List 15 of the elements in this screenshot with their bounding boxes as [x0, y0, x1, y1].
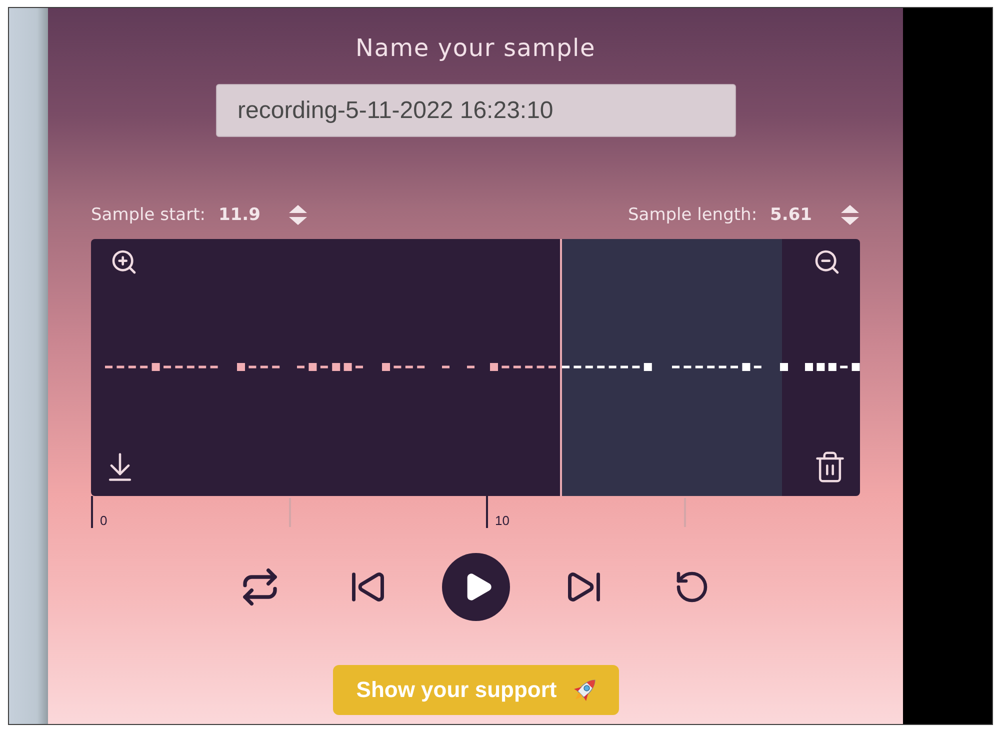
- field-label: Sample length:: [628, 205, 758, 225]
- field-value: 5.61: [770, 205, 812, 225]
- ruler-label: 10: [495, 514, 510, 528]
- field-label: Sample start:: [91, 205, 206, 225]
- ruler-label: 0: [100, 514, 108, 528]
- name-input[interactable]: recording-5-11-2022 16:23:10: [216, 84, 736, 137]
- zoom-out-icon[interactable]: [813, 248, 841, 276]
- trash-icon[interactable]: [813, 450, 847, 484]
- up-down-arrows-icon[interactable]: [288, 204, 308, 226]
- ruler-tick: [91, 496, 93, 528]
- field-value: 11.9: [218, 205, 260, 225]
- zoom-in-icon[interactable]: [110, 248, 138, 276]
- ruler-tick: [486, 496, 488, 528]
- up-down-arrows-icon[interactable]: [840, 204, 860, 226]
- dialog-title: Name your sample: [355, 33, 596, 63]
